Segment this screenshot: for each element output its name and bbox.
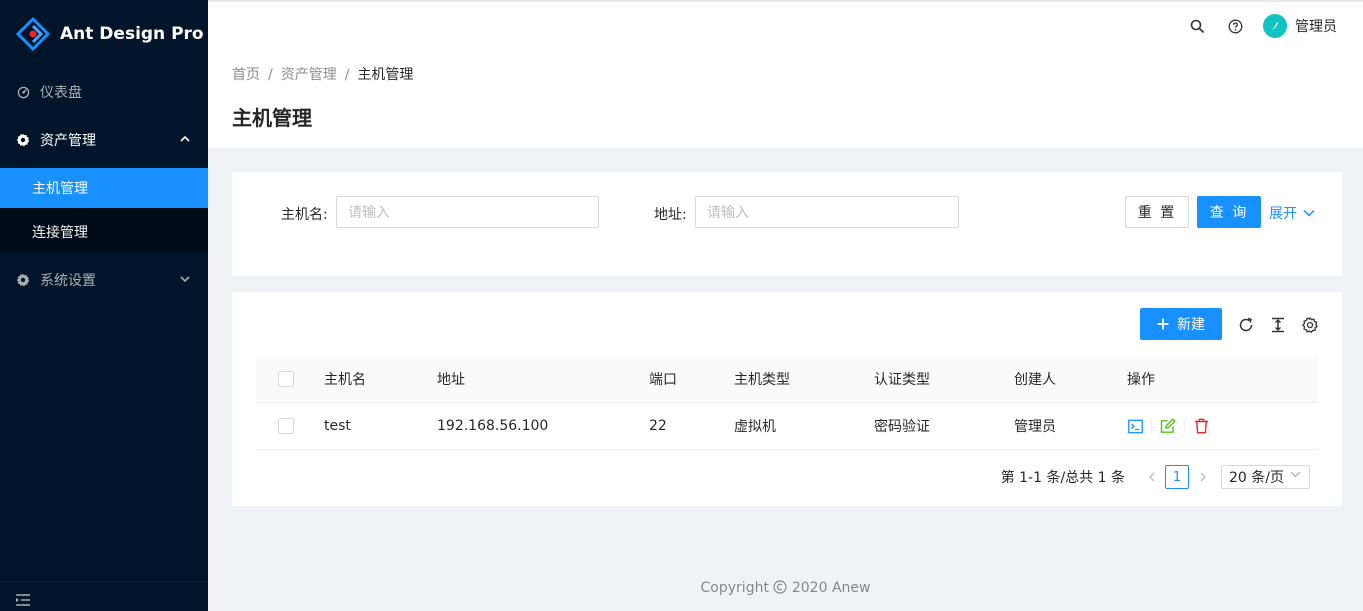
page-header: 首页 / 资产管理 / 主机管理 主机管理 [208, 50, 1363, 148]
sidebar-item-assets[interactable]: 资产管理 [0, 116, 208, 164]
table-card: 新建 主机名 地址 端口 主机类型 认证类型 创建人 操作 test 192.1… [232, 292, 1342, 506]
select-all-cell [278, 356, 294, 402]
row-select-cell [278, 403, 294, 449]
footer: Copyright 2020 Anew [208, 580, 1363, 596]
expand-label: 展开 [1269, 206, 1297, 222]
action-divider [1184, 419, 1185, 433]
cell-port: 22 [649, 418, 667, 434]
row-checkbox[interactable] [278, 418, 294, 434]
sidebar: Ant Design Pro 仪表盘 资产管理 主机管理 连接管理 系统设置 [0, 0, 208, 611]
delete-icon[interactable] [1193, 418, 1209, 434]
cell-host-type: 虚拟机 [734, 419, 776, 435]
reset-button[interactable]: 重 置 [1125, 196, 1189, 228]
avatar [1263, 14, 1287, 38]
column-header[interactable]: 端口 [649, 356, 677, 402]
sidebar-item-dashboard[interactable]: 仪表盘 [0, 68, 208, 116]
edit-icon[interactable] [1160, 418, 1176, 434]
sidebar-footer [0, 581, 208, 611]
search-form: 主机名: 地址: 重 置 查 询 展开 [232, 172, 1342, 276]
new-button-label: 新建 [1177, 317, 1205, 333]
breadcrumb-item-home[interactable]: 首页 [232, 67, 260, 83]
copyright-text: 2020 Anew [791, 580, 871, 596]
terminal-icon[interactable] [1127, 418, 1143, 434]
breadcrumb-item-current: 主机管理 [357, 67, 414, 83]
cell-address: 192.168.56.100 [437, 418, 549, 434]
logo[interactable]: Ant Design Pro [0, 0, 208, 68]
column-header: 操作 [1127, 372, 1155, 388]
reload-icon[interactable] [1237, 316, 1255, 334]
table-header: 主机名 地址 端口 主机类型 认证类型 创建人 操作 [256, 356, 1318, 403]
column-header[interactable]: 认证类型 [874, 356, 930, 402]
sidebar-item-label: 仪表盘 [40, 85, 82, 101]
column-header[interactable]: 主机名 [324, 356, 366, 402]
sidebar-item-host-management[interactable]: 主机管理 [0, 168, 208, 208]
address-label: 地址: [654, 207, 687, 223]
column-height-icon[interactable] [1269, 316, 1287, 334]
ant-design-logo-icon [16, 17, 50, 51]
column-header[interactable]: 创建人 [1014, 356, 1056, 402]
pagination: 第 1-1 条/总共 1 条 1 20 条/页 [1001, 465, 1310, 489]
host-name-label: 主机名: [281, 207, 328, 223]
chevron-down-icon [1290, 470, 1301, 481]
breadcrumb-item-assets[interactable]: 资产管理 [281, 67, 337, 83]
plus-icon [1157, 318, 1169, 330]
question-icon[interactable] [1225, 16, 1245, 36]
cell-actions [1127, 403, 1209, 449]
expand-link[interactable]: 展开 [1269, 203, 1315, 223]
cell-host-name: test [324, 418, 351, 434]
page-size-select[interactable]: 20 条/页 [1221, 465, 1310, 489]
search-icon[interactable] [1187, 16, 1207, 36]
dashboard-icon [16, 85, 30, 99]
chevron-down-icon [1303, 209, 1315, 217]
chevron-up-icon [180, 133, 190, 146]
table-row: test 192.168.56.100 22 虚拟机 密码验证 管理员 [256, 403, 1318, 450]
cell-creator: 管理员 [1014, 419, 1056, 435]
user-menu[interactable]: 管理员 [1263, 14, 1337, 38]
gear-icon [16, 273, 30, 287]
address-input[interactable] [695, 196, 959, 228]
breadcrumb: 首页 / 资产管理 / 主机管理 [232, 67, 414, 83]
sidebar-item-connection-management[interactable]: 连接管理 [0, 212, 208, 252]
pagination-total: 第 1-1 条/总共 1 条 [1000, 470, 1125, 486]
column-header[interactable]: 地址 [437, 356, 465, 402]
page-title: 主机管理 [232, 106, 312, 130]
copyright-label: Copyright [700, 580, 769, 596]
action-divider [1151, 419, 1152, 433]
sidebar-item-system-settings[interactable]: 系统设置 [0, 256, 208, 304]
new-button[interactable]: 新建 [1140, 308, 1222, 340]
submenu-assets: 主机管理 连接管理 [0, 168, 208, 252]
chevron-left-icon[interactable] [1139, 465, 1163, 489]
sidebar-item-label: 资产管理 [40, 133, 96, 149]
sidebar-item-label: 连接管理 [32, 225, 88, 241]
copyright-icon [773, 580, 788, 594]
global-header: 管理员 [208, 0, 1363, 50]
sidebar-item-label: 主机管理 [32, 181, 88, 197]
column-header[interactable]: 主机类型 [734, 356, 790, 402]
menu-fold-icon[interactable] [16, 594, 30, 610]
setting-icon[interactable] [1301, 316, 1319, 334]
gear-icon [16, 133, 30, 147]
app-title: Ant Design Pro [60, 24, 204, 44]
chevron-down-icon [180, 273, 190, 286]
sidebar-item-label: 系统设置 [40, 273, 96, 289]
host-name-input[interactable] [336, 196, 599, 228]
cell-auth-type: 密码验证 [874, 419, 930, 435]
user-name: 管理员 [1295, 19, 1337, 35]
pagination-page[interactable]: 1 [1165, 465, 1189, 489]
query-button[interactable]: 查 询 [1197, 196, 1261, 228]
chevron-right-icon[interactable] [1191, 465, 1215, 489]
select-all-checkbox[interactable] [278, 371, 294, 387]
page-size-value: 20 条/页 [1229, 470, 1284, 486]
